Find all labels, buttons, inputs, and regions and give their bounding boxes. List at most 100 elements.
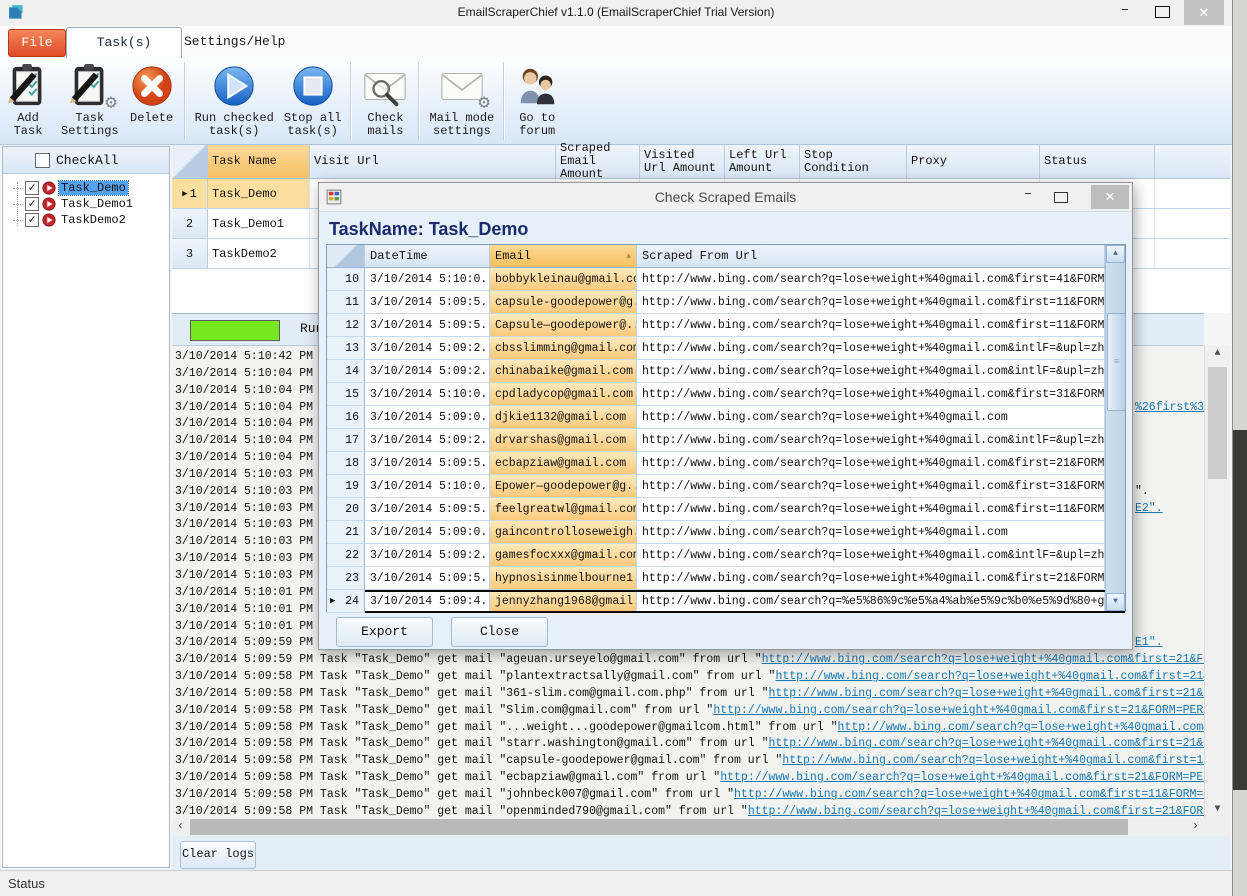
log-url-link[interactable]: http://www.bing.com/search?q=lose+weight…	[838, 721, 1204, 734]
tab-file[interactable]: File	[8, 29, 66, 57]
scroll-up-icon[interactable]: ▲	[1205, 345, 1230, 362]
stop-all-tasks-button[interactable]: Stop all task(s)	[280, 60, 346, 144]
email-row[interactable]: ▶19 3/10/2014 5:10:0... Epower—goodepowe…	[327, 475, 1125, 498]
column-header-scraped-from-url[interactable]: Scraped From Url	[637, 245, 1105, 267]
check-mails-button[interactable]: Check mails	[357, 60, 413, 144]
email-row[interactable]: ▶11 3/10/2014 5:09:5... capsule-goodepow…	[327, 291, 1125, 314]
task-tree-item[interactable]: ✓ Task_Demo	[13, 180, 169, 196]
close-button[interactable]: ✕	[1184, 0, 1224, 25]
scrollbar-thumb[interactable]: ≡	[1107, 313, 1126, 411]
email-row[interactable]: ▶24 3/10/2014 5:09:4... jennyzhang1968@g…	[327, 590, 1125, 613]
log-url-link[interactable]: http://www.bing.com/search?q=lose+weight…	[713, 704, 1204, 717]
task-settings-icon: ⚙	[67, 62, 113, 110]
dialog-maximize-button[interactable]	[1054, 192, 1068, 203]
task-tree-item[interactable]: ✓ TaskDemo2	[13, 212, 169, 228]
task-name-cell[interactable]: Task_Demo1	[208, 209, 310, 238]
column-header-visit-url[interactable]: Visit Url	[310, 145, 556, 178]
minimize-button[interactable]: –	[1112, 2, 1138, 24]
log-url-link[interactable]: http://www.bing.com/search?q=lose+weight…	[782, 754, 1204, 767]
email-row[interactable]: ▶16 3/10/2014 5:09:0... djkie1132@gmail.…	[327, 406, 1125, 429]
log-horizontal-scrollbar[interactable]: ‹ ›	[172, 818, 1204, 836]
log-url-link[interactable]: http://www.bing.com/search?q=lose+weight…	[720, 771, 1204, 784]
log-url-link[interactable]: http://www.bing.com/search?q=lose+weight…	[769, 737, 1204, 750]
column-header-visited-url-amount[interactable]: Visited Url Amount	[640, 145, 725, 178]
scrollbar-thumb[interactable]	[1208, 367, 1227, 479]
log-line-fragment: ".	[1135, 484, 1149, 501]
clear-logs-button[interactable]: Clear logs	[180, 841, 256, 869]
task-checkbox[interactable]: ✓	[25, 213, 39, 227]
column-header-email[interactable]: Email▲	[490, 245, 637, 267]
log-vertical-scrollbar[interactable]: ▲ ▼	[1204, 345, 1230, 818]
task-checkbox[interactable]: ✓	[25, 181, 39, 195]
delete-button[interactable]: Delete	[125, 60, 179, 144]
scroll-left-icon[interactable]: ‹	[172, 818, 189, 836]
log-url-link[interactable]: http://www.bing.com/search?q=lose+weight…	[734, 788, 1204, 801]
select-all-corner[interactable]	[172, 145, 208, 178]
scroll-down-icon[interactable]: ▼	[1106, 593, 1125, 611]
log-url-link[interactable]: http://www.bing.com/search?q=lose+weight…	[748, 805, 1204, 818]
email-row[interactable]: ▶17 3/10/2014 5:09:2... drvarshas@gmail.…	[327, 429, 1125, 452]
task-name-cell[interactable]: TaskDemo2	[208, 239, 310, 268]
dialog-title-bar[interactable]: Check Scraped Emails – ✕	[319, 183, 1132, 212]
email-row[interactable]: ▶10 3/10/2014 5:10:0... bobbykleinau@gma…	[327, 268, 1125, 291]
tab-settings-help[interactable]: Settings/Help	[184, 27, 284, 57]
column-header-stop-condition[interactable]: Stop Condition	[800, 145, 907, 178]
email-row[interactable]: ▶23 3/10/2014 5:09:5... hypnosisinmelbou…	[327, 567, 1125, 590]
log-url-link[interactable]: http://www.bing.com/search?q=lose+weight…	[762, 653, 1204, 666]
column-header-scraped-email-amount[interactable]: Scraped Email Amount	[556, 145, 640, 178]
scraped-from-url-cell: http://www.bing.com/search?q=lose+weight…	[637, 521, 1105, 544]
task-tree-label[interactable]: Task_Demo	[59, 181, 128, 195]
email-row[interactable]: ▶18 3/10/2014 5:09:5... ecbapziaw@gmail.…	[327, 452, 1125, 475]
task-tree-label[interactable]: TaskDemo2	[59, 213, 128, 227]
email-row[interactable]: ▶15 3/10/2014 5:10:0... cpdladycop@gmail…	[327, 383, 1125, 406]
dialog-close-button[interactable]: ✕	[1091, 185, 1129, 209]
task-tree-item[interactable]: ✓ Task_Demo1	[13, 196, 169, 212]
dialog-minimize-button[interactable]: –	[1016, 186, 1040, 208]
column-header-status[interactable]: Status	[1040, 145, 1155, 178]
log-url-link[interactable]: http://www.bing.com/search?q=lose+weight…	[769, 687, 1204, 700]
email-row[interactable]: ▶13 3/10/2014 5:09:2... cbsslimming@gmai…	[327, 337, 1125, 360]
email-row[interactable]: ▶12 3/10/2014 5:09:5... Capsule—goodepow…	[327, 314, 1125, 337]
emails-table-scrollbar[interactable]: ▲ ≡ ▼	[1105, 245, 1125, 611]
check-all-checkbox[interactable]	[35, 153, 50, 168]
task-tree-label[interactable]: Task_Demo1	[59, 197, 135, 211]
go-to-forum-button[interactable]: Go to forum	[510, 60, 564, 144]
progress-bar	[190, 320, 280, 341]
check-all-row[interactable]: CheckAll	[3, 147, 169, 174]
tab-task-manager[interactable]: Task(s) Manager	[66, 27, 182, 59]
task-settings-button[interactable]: ⚙ Task Settings	[57, 60, 123, 144]
run-checked-tasks-label: Run checked task(s)	[195, 112, 274, 138]
add-task-button[interactable]: Add Task	[1, 60, 55, 144]
scrollbar-thumb[interactable]	[190, 819, 1128, 835]
run-checked-tasks-button[interactable]: Run checked task(s)	[191, 60, 278, 144]
table-corner-cell[interactable]	[327, 245, 365, 267]
log-line: 3/10/2014 5:09:58 PM Task "Task_Demo" ge…	[175, 686, 1204, 703]
column-header-proxy[interactable]: Proxy	[907, 145, 1040, 178]
log-timestamp: 3/10/2014 5:09:58 PM	[175, 721, 313, 734]
email-row[interactable]: ▶14 3/10/2014 5:09:2... chinabaike@gmail…	[327, 360, 1125, 383]
row-number-cell: ▶21	[327, 521, 365, 544]
task-checkbox[interactable]: ✓	[25, 197, 39, 211]
scraped-from-url-cell: http://www.bing.com/search?q=lose+weight…	[637, 314, 1105, 337]
scroll-right-icon[interactable]: ›	[1187, 818, 1204, 836]
task-name-cell[interactable]: Task_Demo	[208, 179, 310, 208]
email-row[interactable]: ▶21 3/10/2014 5:09:0... gaincontrollosew…	[327, 521, 1125, 544]
log-timestamp: 3/10/2014 5:09:58 PM	[175, 805, 313, 818]
log-url-link[interactable]: http://www.bing.com/search?q=lose+weight…	[775, 670, 1204, 683]
email-row[interactable]: ▶22 3/10/2014 5:09:2... gamesfocxxx@gmai…	[327, 544, 1125, 567]
mail-mode-settings-button[interactable]: ⚙ Mail mode settings	[425, 60, 498, 144]
datetime-cell: 3/10/2014 5:10:0...	[365, 475, 490, 498]
column-header-task-name[interactable]: Task Name	[208, 145, 310, 178]
log-timestamp: 3/10/2014 5:10:03 PM Ta	[175, 518, 341, 531]
column-header-datetime[interactable]: DateTime	[365, 245, 490, 267]
column-header-left-url-amount[interactable]: Left Url Amount	[725, 145, 800, 178]
export-button[interactable]: Export	[336, 617, 433, 647]
email-row[interactable]: ▶20 3/10/2014 5:09:5... feelgreatwl@gmai…	[327, 498, 1125, 521]
scraped-from-url-cell: http://www.bing.com/search?q=lose+weight…	[637, 498, 1105, 521]
dialog-close-action-button[interactable]: Close	[451, 617, 548, 647]
datetime-cell: 3/10/2014 5:09:5...	[365, 498, 490, 521]
maximize-button[interactable]	[1155, 6, 1170, 18]
scroll-down-icon[interactable]: ▼	[1205, 801, 1230, 818]
tree-guide	[13, 204, 23, 205]
scroll-up-icon[interactable]: ▲	[1106, 245, 1125, 263]
